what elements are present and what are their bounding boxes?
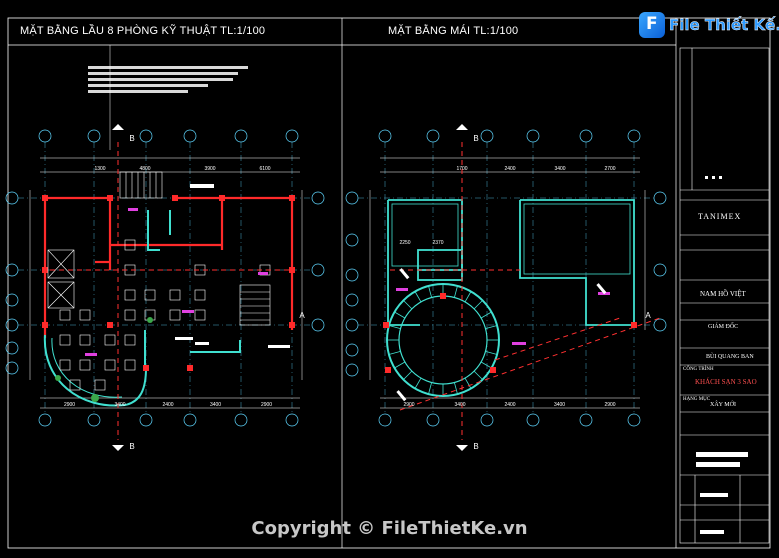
- dome-rib: [454, 285, 458, 298]
- dome-rib: [428, 285, 432, 298]
- dome-rib: [480, 311, 492, 319]
- dimension-label: 2250: [399, 240, 410, 246]
- project-label: CÔNG TRÌNH: [683, 367, 714, 372]
- right-plan-title: MẶT BẰNG MÁI TL:1/100: [388, 25, 519, 37]
- category-label: HẠNG MỤC: [683, 397, 711, 402]
- right-plan: [345, 129, 667, 440]
- dome-rib: [464, 377, 472, 389]
- axis-label: A: [645, 311, 651, 320]
- dimension-label: 4800: [139, 166, 150, 172]
- logo-icon: F: [639, 12, 665, 38]
- cad-drawing: 2900 3400 2400 3400 2900 1300 4800 3900 6100 2900…: [5, 17, 771, 549]
- dimension-label: 2370: [432, 240, 443, 246]
- dome-rib: [428, 382, 432, 395]
- logo-text: File Thiết Kế.vn: [669, 16, 779, 34]
- company-name: TANIMEX: [698, 212, 742, 221]
- dome-rib: [473, 370, 483, 380]
- dome-rib: [403, 370, 413, 380]
- dimension-label: 2400: [162, 402, 173, 408]
- axis-label: B: [473, 442, 478, 451]
- dimension-label: 2700: [604, 166, 615, 172]
- dome-rib: [388, 325, 401, 329]
- dome-rib: [464, 291, 472, 303]
- dimension-label: 3400: [210, 402, 221, 408]
- axis-label: A: [299, 311, 305, 320]
- dimension-label: 3400: [114, 402, 125, 408]
- dimension-label: 2400: [504, 402, 515, 408]
- sheet-frame: [7, 17, 771, 549]
- left-plan: [5, 129, 325, 440]
- dimension-label: 2900: [604, 402, 615, 408]
- dimension-label: 2900: [261, 402, 272, 408]
- dome-inner: [398, 295, 488, 385]
- dome-rib: [414, 291, 422, 303]
- dome-rib: [394, 311, 406, 319]
- dimension-label: 3400: [554, 402, 565, 408]
- dome-rib: [473, 300, 483, 310]
- dome-rib: [388, 351, 401, 355]
- dimension-label: 2400: [504, 166, 515, 172]
- dimension-label: 1300: [94, 166, 105, 172]
- dimension-label: 1700: [456, 166, 467, 172]
- category-name: XÂY MỚI: [710, 402, 736, 408]
- dimension-label: 3400: [454, 402, 465, 408]
- dome-rib: [454, 382, 458, 395]
- designer-name: BÙI QUANG BAN: [706, 354, 754, 360]
- director-label: GIÁM ĐỐC: [708, 324, 739, 330]
- dimension-label: 2900: [403, 402, 414, 408]
- dome-rib: [403, 300, 413, 310]
- dome-rib: [414, 377, 422, 389]
- copyright-watermark: Copyright © FileThietKe.vn: [251, 518, 528, 539]
- axis-label: B: [473, 134, 478, 143]
- dimension-label: 3400: [554, 166, 565, 172]
- site-logo: F File Thiết Kế.vn: [639, 12, 779, 40]
- axis-label: B: [129, 442, 134, 451]
- dome-rib: [480, 361, 492, 369]
- dimension-label: 6100: [259, 166, 270, 172]
- project-name: KHÁCH SẠN 3 SAO: [695, 378, 757, 386]
- dome-rib: [394, 361, 406, 369]
- partner-name: NAM HỒ VIỆT: [700, 290, 746, 298]
- dimension-label: 3900: [204, 166, 215, 172]
- dimension-label: 2900: [64, 402, 75, 408]
- axis-label: B: [129, 134, 134, 143]
- left-plan-title: MẶT BẰNG LẦU 8 PHÒNG KỸ THUẬT TL:1/100: [20, 25, 266, 37]
